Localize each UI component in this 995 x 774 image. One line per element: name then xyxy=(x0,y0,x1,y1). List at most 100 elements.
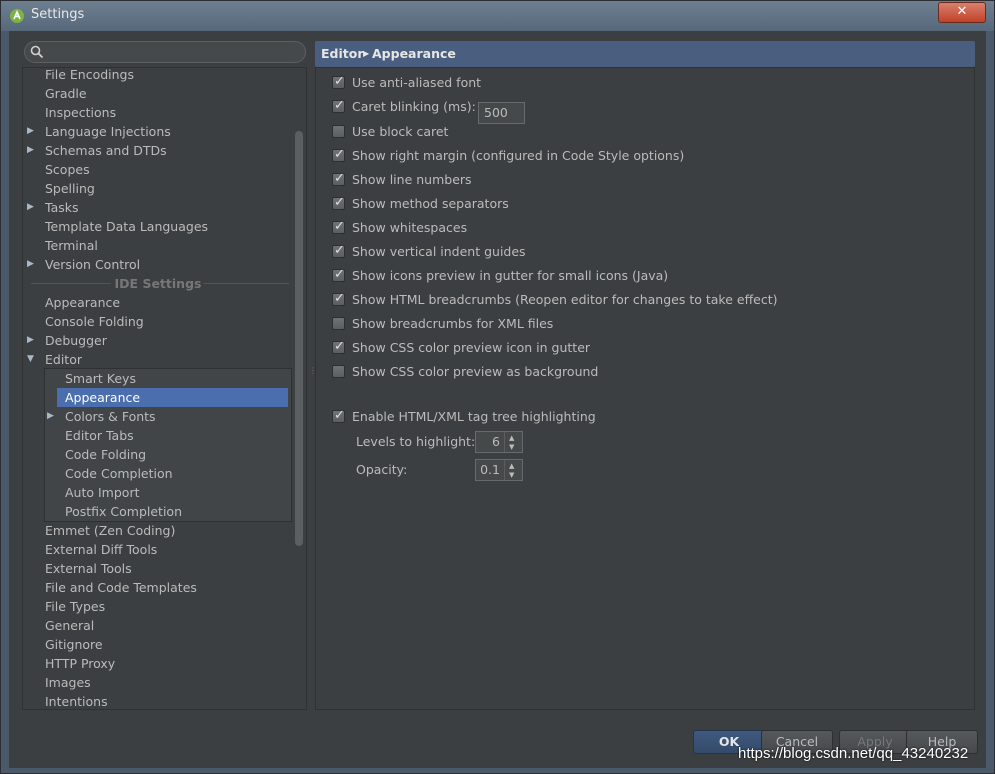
tree-item-label: Tasks xyxy=(45,200,79,215)
tree-item[interactable]: Code Completion xyxy=(23,464,283,483)
tree-item[interactable]: HTTP Proxy xyxy=(23,654,283,673)
splitter-handle[interactable]: ⋮ xyxy=(309,367,317,385)
tree-item-label: Colors & Fonts xyxy=(65,409,156,424)
option-label: Show line numbers xyxy=(352,172,472,187)
tree-item[interactable]: Scopes xyxy=(23,160,283,179)
tree-item[interactable]: Inspections xyxy=(23,103,283,122)
checkbox[interactable]: ✓ xyxy=(332,219,345,234)
settings-tree[interactable]: File Encodings Gradle Inspections ▶ Language… xyxy=(22,67,307,710)
checkbox[interactable]: ✓ xyxy=(332,171,345,186)
tree-scrollbar[interactable] xyxy=(295,131,303,546)
tree-item[interactable]: File and Code Templates xyxy=(23,578,283,597)
tree-item[interactable]: ▶ Colors & Fonts xyxy=(23,407,283,426)
tree-item-label: Smart Keys xyxy=(65,371,136,386)
tree-item[interactable]: Editor Tabs xyxy=(23,426,283,445)
spinner-up-icon[interactable]: ▲ xyxy=(509,434,514,442)
tree-item[interactable]: External Diff Tools xyxy=(23,540,283,559)
tree-item[interactable]: File Types xyxy=(23,597,283,616)
tree-item-label: External Diff Tools xyxy=(45,542,158,557)
tree-item-label: Console Folding xyxy=(45,314,144,329)
checkbox[interactable]: ✓ xyxy=(332,98,345,113)
divider xyxy=(203,283,289,284)
opacity-spinner[interactable]: 0.1 ▲ ▼ xyxy=(475,459,523,481)
ide-settings-header: IDE Settings xyxy=(23,274,293,293)
tree-item[interactable]: File Encodings xyxy=(23,68,283,84)
checkbox[interactable]: ✓ xyxy=(332,408,345,423)
tree-item[interactable]: General xyxy=(23,616,283,635)
tree-item-label: Emmet (Zen Coding) xyxy=(45,523,176,538)
tree-item-label: Appearance xyxy=(45,295,121,310)
tree-item[interactable]: ▶ Debugger xyxy=(23,331,283,350)
checkmark-icon: ✓ xyxy=(334,98,345,113)
checkbox[interactable]: ✓ xyxy=(332,243,345,258)
spinner-arrows[interactable]: ▲ ▼ xyxy=(504,432,522,452)
spinner-down-icon[interactable]: ▼ xyxy=(509,471,514,479)
collapsed-arrow-icon[interactable]: ▶ xyxy=(27,122,34,141)
levels-spinner[interactable]: 6 ▲ ▼ xyxy=(475,431,523,453)
tree-item[interactable]: Intentions xyxy=(23,692,283,709)
tree-item-label: Spelling xyxy=(45,181,95,196)
close-button[interactable]: ✕ xyxy=(938,2,986,23)
tree-item[interactable]: Appearance xyxy=(57,388,288,407)
window-title: Settings xyxy=(31,7,85,22)
tree-item[interactable]: Template Data Languages xyxy=(23,217,283,236)
checkmark-icon: ✓ xyxy=(334,267,345,282)
collapsed-arrow-icon[interactable]: ▶ xyxy=(27,331,34,350)
checkbox[interactable] xyxy=(332,125,345,138)
collapsed-arrow-icon[interactable]: ▶ xyxy=(27,255,34,274)
tree-item[interactable]: Postfix Completion xyxy=(23,502,283,521)
checkbox[interactable]: ✓ xyxy=(332,74,345,89)
appearance-panel: 500 ✓ Enable HTML/XML tag tree highlight… xyxy=(315,67,975,710)
tree-item[interactable]: Code Folding xyxy=(23,445,283,464)
tree-item-label: Gradle xyxy=(45,86,87,101)
checkbox[interactable]: ✓ xyxy=(332,291,345,306)
tree-item[interactable]: Appearance xyxy=(23,293,283,312)
settings-window: Settings ✕ File Encodings Gradle Inspectio… xyxy=(0,0,995,774)
tree-item[interactable]: Images xyxy=(23,673,283,692)
breadcrumb-appearance: Appearance xyxy=(372,46,456,61)
tree-item[interactable]: Spelling xyxy=(23,179,283,198)
checkbox[interactable]: ✓ xyxy=(332,267,345,282)
tree-item[interactable]: External Tools xyxy=(23,559,283,578)
tree-item[interactable]: Auto Import xyxy=(23,483,283,502)
option-label: Show vertical indent guides xyxy=(352,244,526,259)
spinner-arrows[interactable]: ▲ ▼ xyxy=(504,460,522,480)
option-label: Show CSS color preview icon in gutter xyxy=(352,340,591,355)
tree-item[interactable]: Gradle xyxy=(23,84,283,103)
tree-item[interactable]: Emmet (Zen Coding) xyxy=(23,521,283,540)
caret-blink-field[interactable]: 500 xyxy=(478,102,525,124)
spinner-up-icon[interactable]: ▲ xyxy=(509,462,514,470)
checkbox[interactable] xyxy=(332,365,345,378)
tree-item-label: Postfix Completion xyxy=(65,504,182,519)
checkbox[interactable]: ✓ xyxy=(332,339,345,354)
checkbox[interactable]: ✓ xyxy=(332,195,345,210)
checkbox[interactable]: ✓ xyxy=(332,147,345,162)
tree-item[interactable]: ▶ Schemas and DTDs xyxy=(23,141,283,160)
collapsed-arrow-icon[interactable]: ▶ xyxy=(27,198,34,217)
tree-item[interactable]: ▶ Version Control xyxy=(23,255,283,274)
tree-item[interactable]: ▶ Tasks xyxy=(23,198,283,217)
option-label: Show HTML breadcrumbs (Reopen editor for… xyxy=(352,292,778,307)
tree-item-label: General xyxy=(45,618,95,633)
tree-item[interactable]: Console Folding xyxy=(23,312,283,331)
opacity-label: Opacity: xyxy=(356,462,408,477)
checkmark-icon: ✓ xyxy=(334,219,345,234)
tree-item[interactable]: Gitignore xyxy=(23,635,283,654)
expanded-arrow-icon[interactable]: ▼ xyxy=(27,350,34,369)
collapsed-arrow-icon[interactable]: ▶ xyxy=(47,407,54,426)
checkmark-icon: ✓ xyxy=(334,171,345,186)
tree-item[interactable]: ▼ Editor xyxy=(23,350,283,369)
tree-item-label: Version Control xyxy=(45,257,141,272)
tree-item-label: Code Folding xyxy=(65,447,147,462)
option-label: Use block caret xyxy=(352,124,449,139)
collapsed-arrow-icon[interactable]: ▶ xyxy=(27,141,34,160)
checkbox[interactable] xyxy=(332,317,345,330)
section-title: IDE Settings xyxy=(114,276,202,291)
spinner-down-icon[interactable]: ▼ xyxy=(509,443,514,451)
tree-item[interactable]: Terminal xyxy=(23,236,283,255)
tree-item[interactable]: ▶ Language Injections xyxy=(23,122,283,141)
search-input[interactable] xyxy=(24,41,306,63)
tree-item[interactable]: Smart Keys xyxy=(23,369,283,388)
tree-item-label: Debugger xyxy=(45,333,107,348)
title-bar[interactable]: Settings ✕ xyxy=(1,1,994,31)
